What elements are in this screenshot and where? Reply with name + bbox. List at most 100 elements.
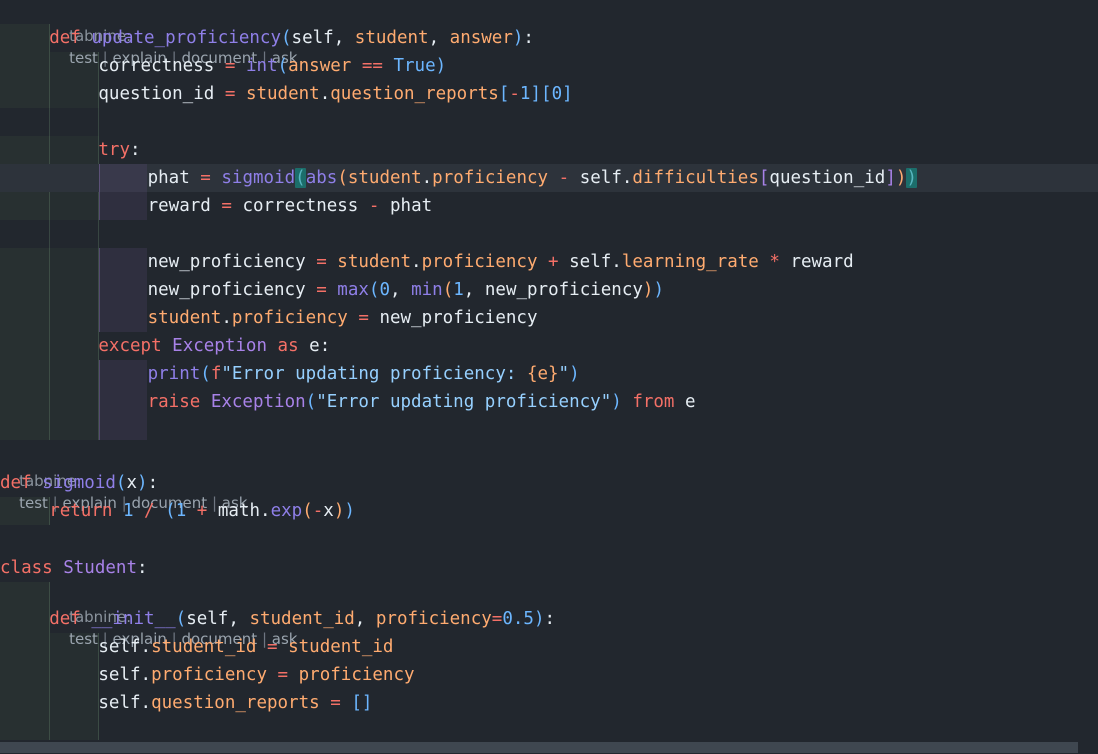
code-line-9[interactable]: new_proficiency = student.proficiency + … <box>0 248 1098 276</box>
code-line-11[interactable]: student.proficiency = new_proficiency <box>0 304 1098 332</box>
code-line-text: class Student: <box>0 558 148 578</box>
code-line-text: self.student_id = student_id <box>98 637 394 657</box>
code-line-text: question_id = student.question_reports[-… <box>98 84 573 104</box>
token-prop: proficiency <box>421 252 538 272</box>
code-line-6[interactable]: phat = sigmoid(abs(student.proficiency -… <box>0 164 1098 192</box>
code-line-3[interactable]: question_id = student.question_reports[-… <box>0 80 1098 108</box>
code-line-14[interactable]: raise Exception("Error updating proficie… <box>0 388 1098 416</box>
codelens-sigmoid[interactable]: tabnine: test | explain | document | ask <box>0 448 247 512</box>
token-bracket-close: ) <box>569 364 580 384</box>
token-kw: as <box>277 336 299 356</box>
code-line-text: return 1 / (1 + math.exp(-x)) <box>49 501 355 521</box>
code-line-text: def __init__(self, student_id, proficien… <box>49 609 556 629</box>
token-self: self <box>579 168 622 188</box>
token-bracket-open: ( <box>305 392 317 412</box>
token-bracket-open: [ <box>758 168 770 188</box>
token-self: self <box>569 252 612 272</box>
code-line-text: new_proficiency = student.proficiency + … <box>147 252 854 272</box>
token-var: math <box>217 501 261 521</box>
code-line-21[interactable]: self.student_id = student_id <box>0 633 1098 661</box>
token-fn: sigmoid <box>42 473 116 493</box>
token-var: new_proficiency <box>484 280 643 300</box>
token-fn: min <box>411 280 443 300</box>
token-bracket-open: [ <box>498 84 510 104</box>
token-bracket-close: ) <box>533 609 545 629</box>
token-fn: update_proficiency <box>91 28 281 48</box>
token-bracket-open: ( <box>368 280 380 300</box>
indent-gap-2 <box>0 220 99 248</box>
token-var: phat <box>390 196 433 216</box>
horizontal-scrollbar-thumb[interactable] <box>0 742 1078 753</box>
code-line-text: def sigmoid(x): <box>0 473 159 493</box>
token-operator: - <box>509 84 520 104</box>
bracket-match-open: ( <box>295 168 306 188</box>
token-var: new_proficiency <box>147 252 306 272</box>
token-bracket-close: ) <box>435 56 447 76</box>
code-line-12[interactable]: except Exception as e: <box>0 332 1098 360</box>
token-var: x <box>323 501 334 521</box>
token-var: new_proficiency <box>147 280 306 300</box>
token-prop: proficiency <box>432 168 549 188</box>
token-kw: except <box>98 336 162 356</box>
code-line-text: student.proficiency = new_proficiency <box>147 308 538 328</box>
code-editor[interactable]: tabnine: test | explain | document | ask… <box>0 0 1098 754</box>
token-kw: def <box>49 28 81 48</box>
token-bracket-close: ] <box>885 168 896 188</box>
token-var: correctness <box>98 56 215 76</box>
code-line-5[interactable]: try: <box>0 136 1098 164</box>
code-line-22[interactable]: self.proficiency = proficiency <box>0 661 1098 689</box>
token-bracket-open: ( <box>337 168 348 188</box>
code-line-2[interactable]: correctness = int(answer == True) <box>0 52 1098 80</box>
code-line-13[interactable]: print(f"Error updating proficiency: {e}"… <box>0 360 1098 388</box>
token-fn: sigmoid <box>221 168 296 188</box>
code-line-10[interactable]: new_proficiency = max(0, min(1, new_prof… <box>0 276 1098 304</box>
code-line-23[interactable]: self.question_reports = [] <box>0 689 1098 717</box>
token-operator: / <box>144 501 155 521</box>
horizontal-scrollbar[interactable] <box>0 740 1098 754</box>
token-self: self <box>186 609 229 629</box>
code-line-text: raise Exception("Error updating proficie… <box>147 392 696 412</box>
fstring-interpolation: {e} <box>526 364 559 384</box>
codelens-update-proficiency[interactable]: tabnine: test | explain | document | ask <box>50 3 297 67</box>
code-line-text: phat = sigmoid(abs(student.proficiency -… <box>147 168 917 188</box>
token-operator: * <box>769 252 780 272</box>
token-prop: student_id <box>151 637 257 657</box>
token-bool: True <box>393 56 436 76</box>
token-operator: + <box>196 501 208 521</box>
codelens-init[interactable]: tabnine: test | explain | document | ask <box>50 584 297 648</box>
token-prop: difficulties <box>632 168 759 188</box>
token-fn: int <box>245 56 278 76</box>
token-bracket-open: ( <box>277 56 289 76</box>
token-param: proficiency <box>375 609 492 629</box>
token-fn: exp <box>270 501 303 521</box>
code-line-7[interactable]: reward = correctness - phat <box>0 192 1098 220</box>
token-operator: = <box>358 308 369 328</box>
token-param: student <box>245 84 320 104</box>
token-param: student <box>147 308 222 328</box>
token-self: self <box>98 637 141 657</box>
token-kw: def <box>49 609 81 629</box>
token-bracket-open: ( <box>115 473 127 493</box>
code-line-19[interactable]: class Student: <box>0 554 1098 582</box>
token-var: correctness <box>242 196 359 216</box>
token-cls: Student <box>63 558 137 578</box>
token-var: question_id <box>769 168 886 188</box>
token-number: 0.5 <box>502 609 534 629</box>
code-line-20[interactable]: def __init__(self, student_id, proficien… <box>0 605 1098 633</box>
token-prop: proficiency <box>151 665 267 685</box>
code-line-16[interactable]: def sigmoid(x): <box>0 469 1098 497</box>
token-kw: try <box>98 140 130 160</box>
code-line-text: print(f"Error updating proficiency: {e}"… <box>147 364 580 384</box>
token-operator: = <box>491 609 503 629</box>
code-line-text: self.question_reports = [] <box>98 693 373 713</box>
code-line-17[interactable]: return 1 / (1 + math.exp(-x)) <box>0 497 1098 525</box>
code-line-1[interactable]: def update_proficiency(self, student, an… <box>0 24 1098 52</box>
token-self: self <box>98 665 141 685</box>
token-param: student_id <box>288 637 394 657</box>
token-self: self <box>98 693 141 713</box>
token-bracket-close: ) <box>333 501 345 521</box>
code-line-text: correctness = int(answer == True) <box>98 52 446 80</box>
token-bracket-close: ) <box>895 168 907 188</box>
token-prop: question_reports <box>151 693 320 713</box>
token-bracket-open: ( <box>302 501 313 521</box>
